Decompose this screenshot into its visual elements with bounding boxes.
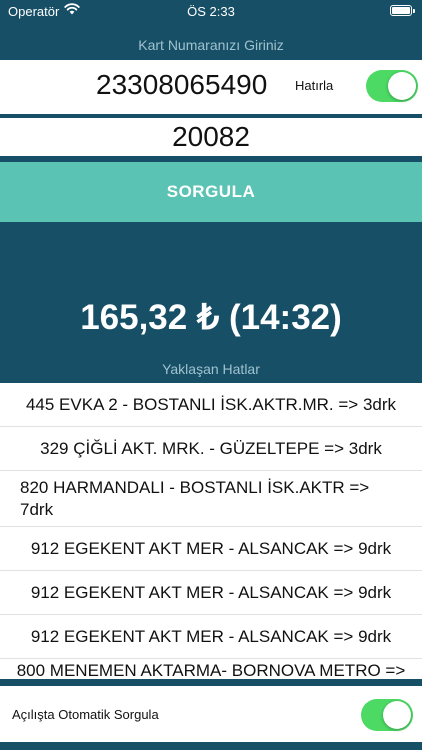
remember-toggle[interactable] bbox=[366, 70, 418, 102]
list-item[interactable]: 445 EVKA 2 - BOSTANLI İSK.AKTR.MR. => 3d… bbox=[0, 383, 422, 427]
auto-query-label: Açılışta Otomatik Sorgula bbox=[12, 707, 159, 722]
auto-query-toggle[interactable] bbox=[361, 699, 413, 731]
bottom-strip bbox=[0, 742, 422, 750]
query-button[interactable]: SORGULA bbox=[0, 162, 422, 222]
card-number-caption: Kart Numaranızı Giriniz bbox=[138, 37, 284, 53]
list-item[interactable]: 912 EGEKENT AKT MER - ALSANCAK => 9drk bbox=[0, 615, 422, 659]
toggle-knob bbox=[383, 701, 411, 729]
list-item[interactable]: 912 EGEKENT AKT MER - ALSANCAK => 9drk bbox=[0, 571, 422, 615]
card-number-row: 23308065490 Hatırla bbox=[0, 60, 422, 114]
pin-row: 20082 bbox=[0, 118, 422, 156]
upcoming-lines-caption: Yaklaşan Hatlar bbox=[162, 361, 260, 377]
pin-input[interactable]: 20082 bbox=[0, 121, 422, 153]
card-number-input[interactable]: 23308065490 bbox=[96, 69, 267, 101]
status-bar: Operatör ÖS 2:33 bbox=[0, 0, 422, 24]
list-item[interactable]: 800 MENEMEN AKTARMA- BORNOVA METRO => bbox=[0, 659, 422, 679]
remember-label: Hatırla bbox=[295, 78, 334, 93]
status-time: ÖS 2:33 bbox=[187, 4, 235, 19]
auto-query-row: Açılışta Otomatik Sorgula bbox=[0, 686, 422, 742]
list-item[interactable]: 912 EGEKENT AKT MER - ALSANCAK => 9drk bbox=[0, 527, 422, 571]
upcoming-lines-list: 445 EVKA 2 - BOSTANLI İSK.AKTR.MR. => 3d… bbox=[0, 383, 422, 679]
toggle-knob bbox=[388, 72, 416, 100]
list-item[interactable]: 820 HARMANDALI - BOSTANLI İSK.AKTR => 7d… bbox=[0, 471, 422, 527]
list-item[interactable]: 329 ÇİĞLİ AKT. MRK. - GÜZELTEPE => 3drk bbox=[0, 427, 422, 471]
balance-display: 165,32 ₺ (14:32) bbox=[80, 298, 342, 337]
battery-icon bbox=[390, 5, 415, 16]
